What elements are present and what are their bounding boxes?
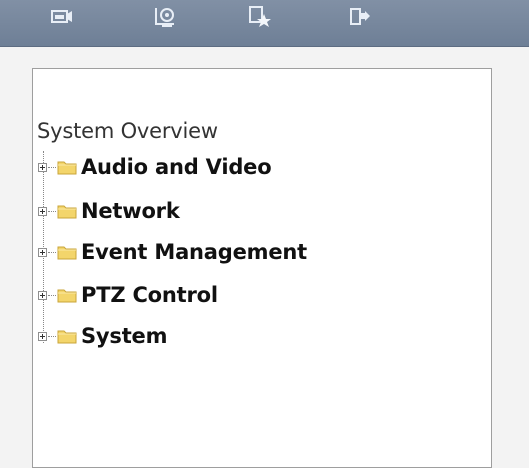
- folder-icon: [57, 244, 77, 260]
- tree-item-audio-and-video[interactable]: Audio and Video: [38, 154, 272, 180]
- tree-item-label: System: [81, 324, 168, 348]
- folder-icon: [57, 203, 77, 219]
- folder-icon: [57, 159, 77, 175]
- tree-item-label: PTZ Control: [81, 283, 218, 307]
- favorites-icon[interactable]: [240, 0, 280, 34]
- playback-icon[interactable]: [146, 0, 186, 34]
- toolbar-spacer: [0, 47, 529, 69]
- tree-connector: [48, 210, 56, 212]
- tree-item-event-management[interactable]: Event Management: [38, 239, 307, 265]
- expand-plus-icon[interactable]: [38, 331, 47, 341]
- expand-plus-icon[interactable]: [38, 247, 47, 257]
- live-view-icon[interactable]: [42, 0, 82, 34]
- top-toolbar: [0, 0, 529, 47]
- tree-item-label: Network: [81, 199, 180, 223]
- folder-icon: [57, 287, 77, 303]
- tree-item-system[interactable]: System: [38, 323, 167, 349]
- tree-connector: [48, 166, 56, 168]
- tree-item-ptz-control[interactable]: PTZ Control: [38, 282, 218, 308]
- tree-connector: [48, 251, 56, 253]
- folder-icon: [57, 328, 77, 344]
- logout-icon[interactable]: [340, 0, 380, 34]
- tree-item-label: Audio and Video: [81, 155, 272, 179]
- expand-plus-icon[interactable]: [38, 162, 47, 172]
- tree-item-label: Event Management: [81, 240, 307, 264]
- tree-root-system-overview[interactable]: System Overview: [37, 119, 218, 143]
- tree-connector: [48, 294, 56, 296]
- tree-connector: [48, 335, 56, 337]
- config-tree-panel: System Overview Audio and Video Network: [32, 68, 492, 468]
- expand-plus-icon[interactable]: [38, 206, 47, 216]
- tree-item-network[interactable]: Network: [38, 198, 180, 224]
- expand-plus-icon[interactable]: [38, 290, 47, 300]
